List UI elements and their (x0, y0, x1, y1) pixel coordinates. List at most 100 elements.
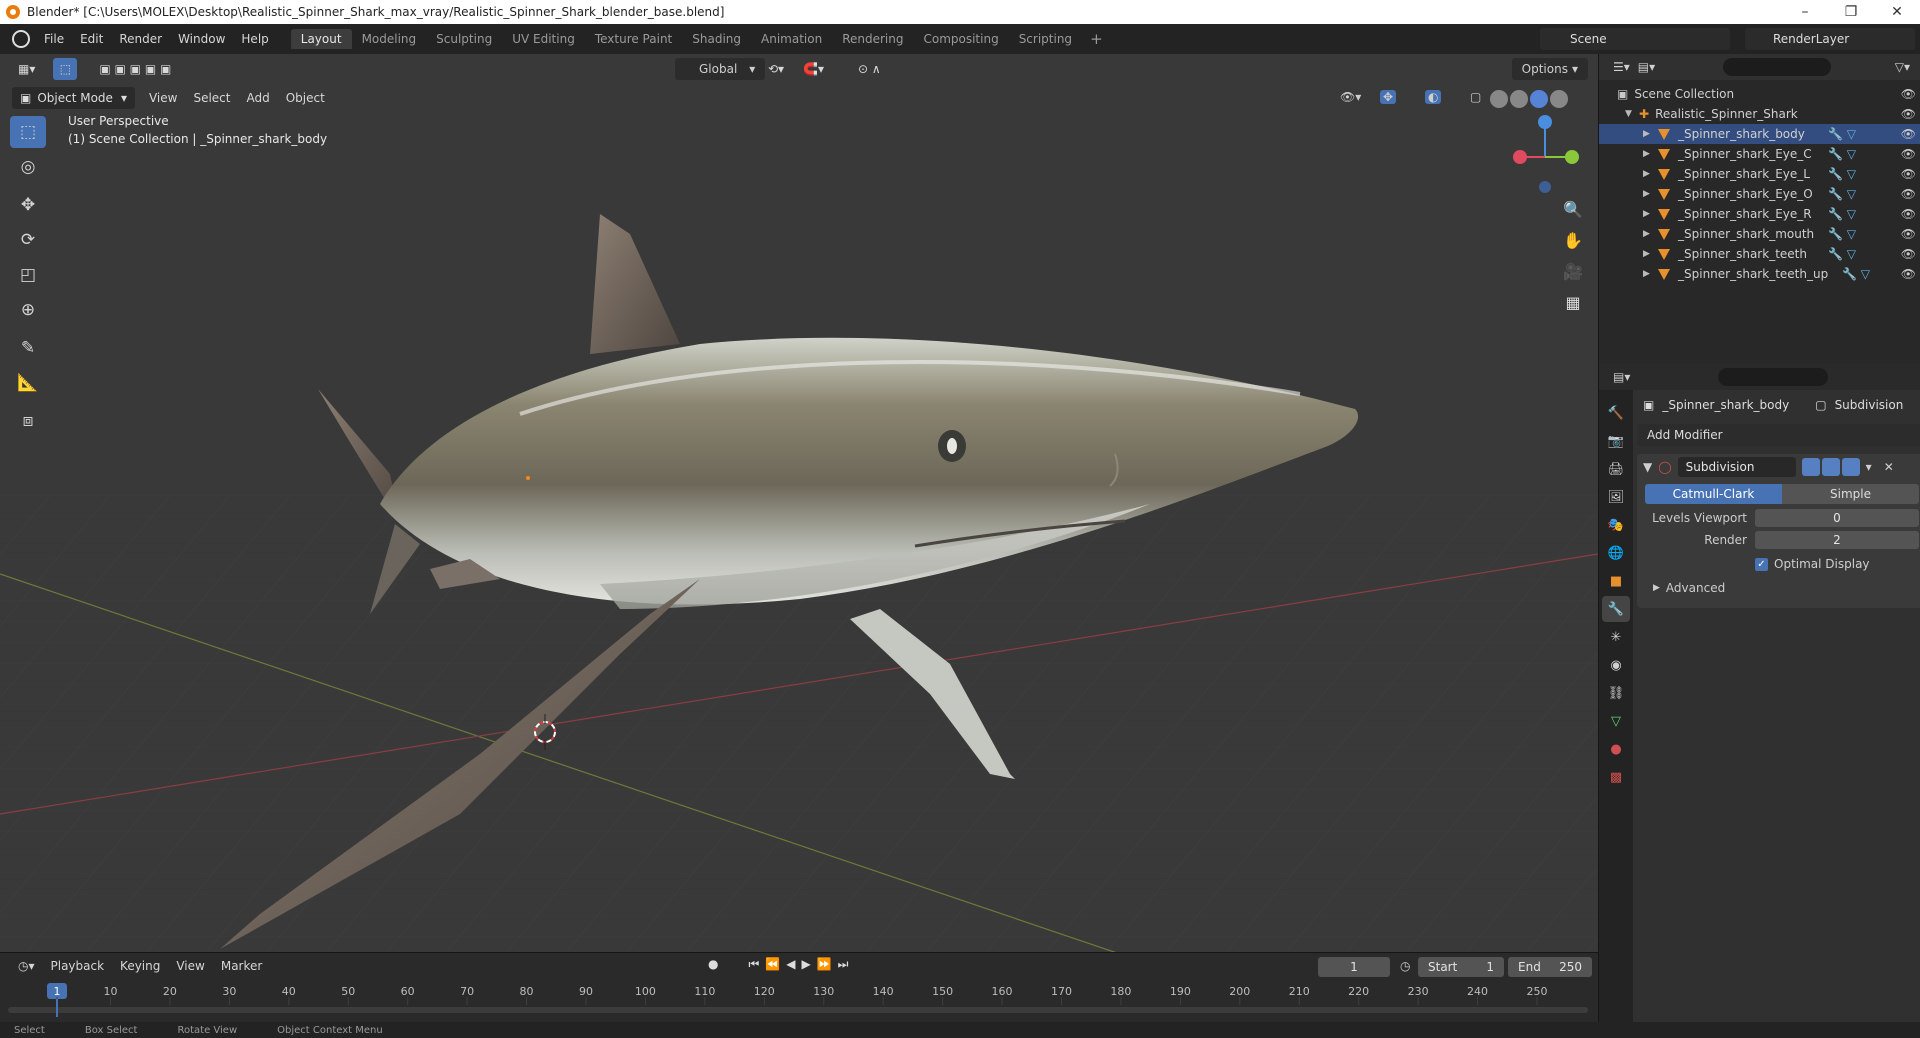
tool-tab-icon[interactable]: 🔨 (1602, 400, 1630, 426)
mode-selector[interactable]: ▣ Object Mode ▾ (12, 87, 135, 109)
annotate-icon[interactable]: ✎ (10, 332, 46, 364)
expand-triangle-icon[interactable]: ▶ (1643, 169, 1657, 179)
advanced-subpanel[interactable]: ▶ Advanced (1653, 578, 1911, 598)
eye-icon[interactable]: 👁 (1901, 107, 1916, 121)
expand-triangle-icon[interactable]: ▶ (1643, 229, 1657, 239)
world-tab-icon[interactable]: 🌐 (1602, 540, 1630, 566)
texture-tab-icon[interactable]: ▩ (1602, 764, 1630, 790)
timeline-menu-view[interactable]: View (168, 959, 212, 973)
material-tab-icon[interactable]: ● (1602, 736, 1630, 762)
rendered-shading-icon[interactable] (1550, 90, 1568, 108)
chevron-down-icon[interactable]: ▾ (1866, 460, 1872, 474)
outliner-object-row[interactable]: ▶ _Spinner_shark_Eye_L 🔧 ▽ 👁 (1599, 164, 1920, 184)
collapse-triangle-icon[interactable]: ▼ (1643, 460, 1652, 474)
jump-end-icon[interactable]: ⏭ (838, 957, 849, 972)
eye-icon[interactable]: 👁 (1901, 127, 1916, 141)
snap-icon[interactable]: 🧲▾ (795, 58, 832, 80)
rotate-icon[interactable]: ⟳ (10, 224, 46, 256)
viewport-toggle-icon[interactable] (1821, 458, 1840, 476)
restore-button[interactable]: ❐ (1828, 0, 1874, 24)
play-reverse-icon[interactable]: ◀ (786, 957, 795, 972)
timeline-editor-icon[interactable]: ◷▾ (10, 959, 43, 973)
scale-icon[interactable]: ◰ (10, 259, 46, 291)
gizmo-neg-z-axis[interactable] (1539, 181, 1551, 193)
gizmo-y-axis[interactable] (1565, 150, 1579, 164)
modifier-wrench-icon[interactable]: 🔧 ▽ (1828, 247, 1856, 261)
render-levels-field[interactable]: 2 (1755, 531, 1919, 549)
eye-icon[interactable]: 👁 (1901, 267, 1916, 281)
ortho-grid-icon[interactable]: ▦ (1560, 287, 1586, 318)
eye-icon[interactable]: 👁 (1901, 187, 1916, 201)
options-button[interactable]: Options ▾ (1511, 58, 1588, 80)
gizmo-z-axis[interactable] (1538, 115, 1552, 129)
xray-icon[interactable]: ▢ (1470, 90, 1481, 104)
scene-selector[interactable]: Scene (1540, 28, 1730, 50)
menu-help[interactable]: Help (233, 32, 276, 46)
modifier-wrench-icon[interactable]: 🔧 ▽ (1828, 207, 1856, 221)
modifier-wrench-icon[interactable]: 🔧 ▽ (1828, 167, 1856, 181)
wireframe-shading-icon[interactable] (1490, 90, 1508, 108)
visibility-icon[interactable]: 👁▾ (1340, 90, 1361, 104)
pan-hand-icon[interactable]: ✋ (1560, 225, 1586, 256)
scene-tab-icon[interactable]: 🎭 (1602, 512, 1630, 538)
modifier-name-field[interactable]: Subdivision (1677, 457, 1796, 477)
outliner-object-row[interactable]: ▶ _Spinner_shark_teeth 🔧 ▽ 👁 (1599, 244, 1920, 264)
viewport-menu-view[interactable]: View (141, 87, 185, 109)
viewport-menu-add[interactable]: Add (238, 87, 277, 109)
object-tab-icon[interactable]: ■ (1602, 568, 1630, 594)
blender-menu-icon[interactable] (12, 30, 30, 48)
tab-compositing[interactable]: Compositing (913, 29, 1008, 49)
modifier-wrench-icon[interactable]: 🔧 ▽ (1828, 227, 1856, 241)
levels-viewport-field[interactable]: 0 (1755, 509, 1919, 527)
simple-button[interactable]: Simple (1782, 484, 1919, 504)
viewport-menu-select[interactable]: Select (185, 87, 238, 109)
move-icon[interactable]: ✥ (10, 189, 46, 221)
modifier-wrench-icon[interactable]: 🔧 ▽ (1828, 147, 1856, 161)
cursor-icon[interactable]: ◎ (10, 151, 46, 183)
timeline-scrollbar[interactable] (8, 1007, 1588, 1013)
filter-icon[interactable]: ▽▾ (1895, 60, 1910, 74)
start-frame-field[interactable]: Start 1 (1418, 957, 1504, 977)
tab-rendering[interactable]: Rendering (832, 29, 913, 49)
tab-shading[interactable]: Shading (682, 29, 751, 49)
close-icon[interactable]: ✕ (1884, 460, 1894, 474)
optimal-display-checkbox[interactable]: ✓ (1755, 557, 1768, 571)
eye-icon[interactable]: 👁 (1901, 207, 1916, 221)
tab-uv-editing[interactable]: UV Editing (502, 29, 585, 49)
outliner-object-row[interactable]: ▶ _Spinner_shark_Eye_R 🔧 ▽ 👁 (1599, 204, 1920, 224)
editor-type-icon[interactable]: ▦▾ (10, 58, 43, 80)
eye-icon[interactable]: 👁 (1901, 167, 1916, 181)
3d-viewport[interactable]: ▦▾ ⬚ ▣ ▣ ▣ ▣ ▣ Global ▾ ⟲▾ 🧲▾ ⊙ ∧ Option… (0, 54, 1598, 952)
eye-icon[interactable]: 👁 (1901, 247, 1916, 261)
gizmo-x-axis[interactable] (1513, 150, 1527, 164)
output-tab-icon[interactable]: 🖨 (1602, 456, 1630, 482)
properties-search-input[interactable] (1718, 368, 1829, 386)
menu-render[interactable]: Render (111, 32, 170, 46)
outliner-scene-collection[interactable]: ▣ Scene Collection 👁 (1599, 84, 1920, 104)
viewport-menu-object[interactable]: Object (278, 87, 333, 109)
eye-icon[interactable]: 👁 (1901, 147, 1916, 161)
select-mode-icon[interactable]: ⬚ (53, 58, 78, 80)
render-tab-icon[interactable]: 📷 (1602, 428, 1630, 454)
data-tab-icon[interactable]: ▽ (1602, 708, 1630, 734)
view-layer-tab-icon[interactable]: 🖼 (1602, 484, 1630, 510)
transform-icon[interactable]: ⊕ (10, 294, 46, 326)
material-shading-icon[interactable] (1530, 90, 1548, 108)
outliner-collection[interactable]: ▼ ✚ Realistic_Spinner_Shark 👁 (1599, 104, 1920, 124)
expand-triangle-icon[interactable]: ▼ (1625, 109, 1639, 119)
gizmo-toggle-icon[interactable]: ✥ (1380, 90, 1397, 104)
expand-triangle-icon[interactable]: ▶ (1643, 269, 1657, 279)
select-new-icon[interactable]: ▣ ▣ ▣ ▣ ▣ (91, 58, 179, 80)
expand-triangle-icon[interactable]: ▶ (1643, 129, 1657, 139)
tab-animation[interactable]: Animation (751, 29, 832, 49)
menu-file[interactable]: File (36, 32, 72, 46)
minimize-button[interactable]: – (1782, 0, 1828, 24)
next-keyframe-icon[interactable]: ⏩ (817, 957, 832, 972)
outliner-object-row[interactable]: ▶ _Spinner_shark_body 🔧 ▽ 👁 (1599, 124, 1920, 144)
menu-edit[interactable]: Edit (72, 32, 111, 46)
menu-window[interactable]: Window (170, 32, 233, 46)
eye-icon[interactable]: 👁 (1901, 87, 1916, 101)
editmode-toggle-icon[interactable] (1801, 458, 1820, 476)
particles-tab-icon[interactable]: ✳ (1602, 624, 1630, 650)
timeline-menu-keying[interactable]: Keying (112, 959, 168, 973)
